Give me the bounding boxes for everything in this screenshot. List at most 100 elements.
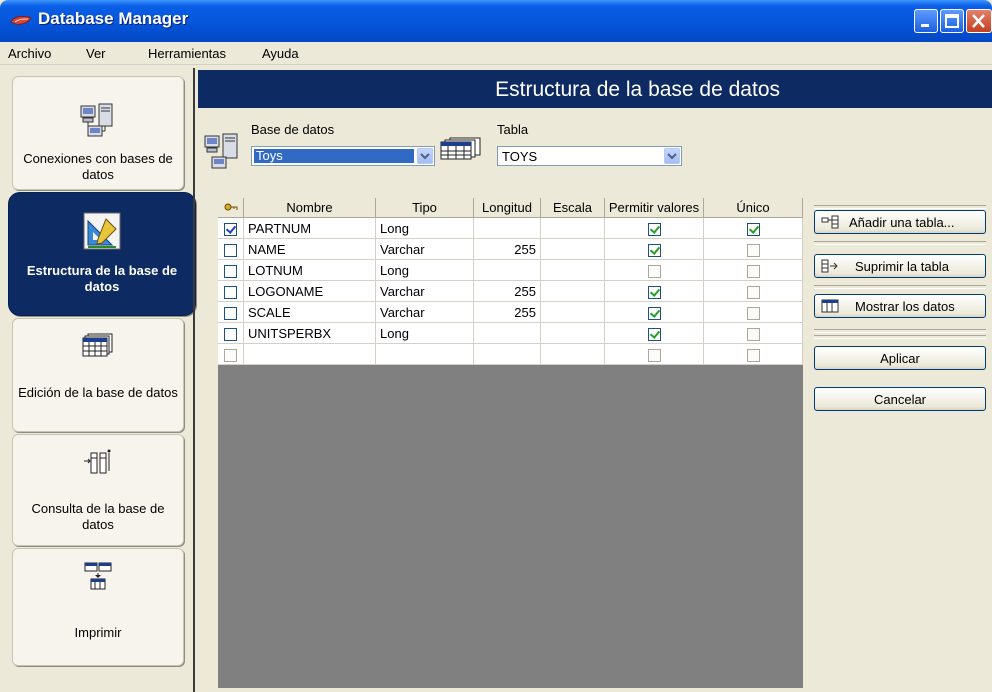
allow-null-checkbox[interactable]	[647, 222, 661, 236]
table-row[interactable]: NAME Varchar 255	[218, 238, 803, 260]
field-length[interactable]: 255	[473, 238, 541, 260]
delete-table-button[interactable]: Suprimir la tabla	[814, 254, 986, 278]
field-type[interactable]: Varchar	[375, 301, 474, 323]
table-row[interactable]: SCALE Varchar 255	[218, 301, 803, 323]
menu-ayuda[interactable]: Ayuda	[262, 46, 299, 61]
table-select[interactable]: TOYS	[497, 146, 682, 166]
field-type[interactable]: Varchar	[375, 280, 474, 302]
key-checkbox[interactable]	[224, 264, 237, 278]
menu-ver[interactable]: Ver	[86, 46, 106, 61]
table-value: TOYS	[502, 149, 538, 164]
field-name[interactable]: PARTNUM	[243, 217, 376, 239]
table-row[interactable]: LOGONAME Varchar 255	[218, 280, 803, 302]
allow-null-checkbox[interactable]	[647, 327, 661, 341]
key-checkbox[interactable]	[224, 285, 237, 299]
field-type[interactable]	[375, 343, 474, 365]
field-length[interactable]	[473, 343, 541, 365]
field-length[interactable]	[473, 259, 541, 281]
key-checkbox[interactable]	[224, 327, 237, 341]
cancel-label: Cancelar	[873, 392, 927, 407]
field-name[interactable]: LOTNUM	[243, 259, 376, 281]
structure-icon	[83, 212, 121, 250]
nav-item-estructura[interactable]: Estructura de la base de datos	[8, 192, 196, 316]
computers-icon	[80, 103, 113, 137]
cancel-button[interactable]: Cancelar	[814, 387, 986, 411]
key-checkbox[interactable]	[224, 306, 237, 320]
apply-button[interactable]: Aplicar	[814, 346, 986, 370]
unique-checkbox[interactable]	[746, 327, 760, 341]
table-row[interactable]: PARTNUM Long	[218, 217, 803, 239]
database-select[interactable]: Toys	[251, 146, 435, 166]
title-bar[interactable]: Database Manager	[0, 0, 992, 42]
field-type[interactable]: Long	[375, 259, 474, 281]
unique-checkbox[interactable]	[746, 222, 760, 236]
field-name[interactable]: LOGONAME	[243, 280, 376, 302]
allow-null-checkbox[interactable]	[647, 264, 661, 278]
show-data-button[interactable]: Mostrar los datos	[814, 294, 986, 318]
unique-checkbox[interactable]	[746, 264, 760, 278]
chevron-down-icon[interactable]	[417, 148, 433, 164]
show-data-label: Mostrar los datos	[855, 299, 955, 314]
allow-null-checkbox[interactable]	[647, 348, 661, 362]
field-length[interactable]	[473, 217, 541, 239]
unique-checkbox[interactable]	[746, 306, 760, 320]
table-label: Tabla	[497, 122, 529, 137]
key-column-header[interactable]	[218, 198, 244, 218]
nav-label: Imprimir	[74, 625, 122, 640]
add-table-button[interactable]: Añadir una tabla...	[814, 210, 986, 234]
field-length[interactable]: 255	[473, 301, 541, 323]
field-scale[interactable]	[540, 238, 605, 260]
column-header[interactable]: Nombre	[243, 198, 376, 218]
database-icon	[204, 133, 238, 169]
field-scale[interactable]	[540, 217, 605, 239]
field-scale[interactable]	[540, 280, 605, 302]
key-checkbox[interactable]	[224, 222, 237, 236]
unique-checkbox[interactable]	[746, 285, 760, 299]
nav-item-consulta[interactable]: Consulta de la base de datos	[12, 434, 184, 546]
field-type[interactable]: Varchar	[375, 238, 474, 260]
allow-null-checkbox[interactable]	[647, 285, 661, 299]
table-icon	[82, 333, 113, 357]
minimize-icon	[921, 24, 929, 27]
field-type[interactable]: Long	[375, 217, 474, 239]
field-name[interactable]: UNITSPERBX	[243, 322, 376, 344]
close-button[interactable]	[966, 9, 992, 33]
nav-item-edicion[interactable]: Edición de la base de datos	[12, 318, 184, 432]
query-icon	[84, 449, 111, 474]
allow-null-checkbox[interactable]	[647, 306, 661, 320]
field-scale[interactable]	[540, 322, 605, 344]
field-scale[interactable]	[540, 343, 605, 365]
minimize-button[interactable]	[914, 9, 938, 33]
field-length[interactable]	[473, 322, 541, 344]
maximize-button[interactable]	[940, 9, 964, 33]
column-header[interactable]: Único	[703, 198, 803, 218]
menu-herramientas[interactable]: Herramientas	[148, 46, 226, 61]
key-checkbox[interactable]	[224, 348, 237, 362]
column-header[interactable]: Escala	[540, 198, 605, 218]
delete-table-icon	[821, 259, 838, 273]
field-name[interactable]	[243, 343, 376, 365]
field-name[interactable]: NAME	[243, 238, 376, 260]
menu-bar: Archivo Ver Herramientas Ayuda	[0, 42, 992, 65]
chevron-down-icon[interactable]	[664, 148, 680, 164]
nav-item-imprimir[interactable]: Imprimir	[12, 548, 184, 666]
unique-checkbox[interactable]	[746, 243, 760, 257]
field-length[interactable]: 255	[473, 280, 541, 302]
table-row[interactable]: LOTNUM Long	[218, 259, 803, 281]
key-checkbox[interactable]	[224, 243, 237, 257]
table-row[interactable]	[218, 343, 803, 365]
table-icon	[440, 137, 481, 160]
table-row[interactable]: UNITSPERBX Long	[218, 322, 803, 344]
field-scale[interactable]	[540, 301, 605, 323]
menu-archivo[interactable]: Archivo	[8, 46, 51, 61]
allow-null-checkbox[interactable]	[647, 243, 661, 257]
column-header[interactable]: Permitir valores	[604, 198, 704, 218]
column-header[interactable]: Longitud	[473, 198, 541, 218]
separator	[814, 285, 986, 289]
column-header[interactable]: Tipo	[375, 198, 474, 218]
field-name[interactable]: SCALE	[243, 301, 376, 323]
field-type[interactable]: Long	[375, 322, 474, 344]
unique-checkbox[interactable]	[746, 348, 760, 362]
nav-item-conexiones[interactable]: Conexiones con bases de datos	[12, 76, 184, 190]
field-scale[interactable]	[540, 259, 605, 281]
